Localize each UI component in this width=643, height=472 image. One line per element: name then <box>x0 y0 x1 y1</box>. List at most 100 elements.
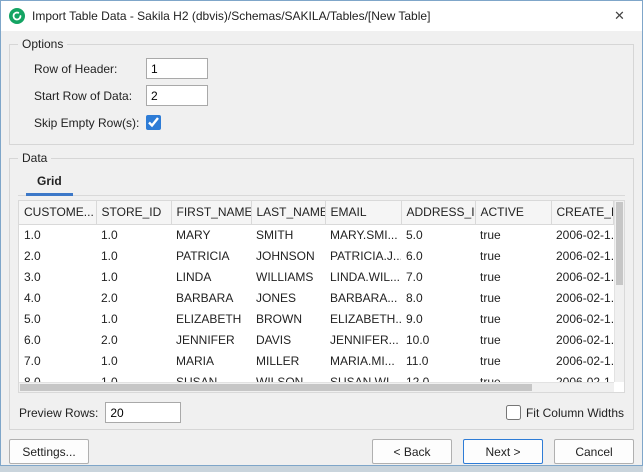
fit-column-widths-wrap: Fit Column Widths <box>506 405 624 420</box>
table-cell[interactable]: 1.0 <box>96 308 171 329</box>
table-cell[interactable]: 6.0 <box>19 329 96 350</box>
table-cell[interactable]: 1.0 <box>96 245 171 266</box>
table-cell[interactable]: JONES <box>251 287 325 308</box>
table-cell[interactable]: 5.0 <box>19 308 96 329</box>
back-button[interactable]: < Back <box>372 439 452 464</box>
vertical-scrollbar-thumb[interactable] <box>616 202 623 285</box>
table-cell[interactable]: true <box>475 329 551 350</box>
table-row[interactable]: 7.01.0MARIAMILLERMARIA.MI...11.0true2006… <box>19 350 614 371</box>
table-cell[interactable]: 2006-02-1... <box>551 245 614 266</box>
table-cell[interactable]: 4.0 <box>19 287 96 308</box>
table-cell[interactable]: LINDA.WIL... <box>325 266 401 287</box>
table-cell[interactable]: 3.0 <box>19 266 96 287</box>
table-cell[interactable]: DAVIS <box>251 329 325 350</box>
table-cell[interactable]: BARBARA... <box>325 287 401 308</box>
table-cell[interactable]: 2006-02-1... <box>551 287 614 308</box>
next-button[interactable]: Next > <box>463 439 543 464</box>
fit-column-widths-checkbox[interactable] <box>506 405 521 420</box>
table-cell[interactable]: 1.0 <box>96 371 171 382</box>
cancel-button[interactable]: Cancel <box>554 439 634 464</box>
table-cell[interactable]: 8.0 <box>401 287 475 308</box>
table-cell[interactable]: BARBARA <box>171 287 251 308</box>
table-cell[interactable]: 2006-02-1... <box>551 308 614 329</box>
table-cell[interactable]: 2006-02-1... <box>551 350 614 371</box>
table-cell[interactable]: SMITH <box>251 224 325 245</box>
table-cell[interactable]: 8.0 <box>19 371 96 382</box>
table-cell[interactable]: 2.0 <box>96 287 171 308</box>
table-cell[interactable]: 7.0 <box>401 266 475 287</box>
table-cell[interactable]: true <box>475 308 551 329</box>
preview-rows-input[interactable] <box>105 402 181 423</box>
table-cell[interactable]: JENNIFER... <box>325 329 401 350</box>
table-cell[interactable]: 5.0 <box>401 224 475 245</box>
table-cell[interactable]: 7.0 <box>19 350 96 371</box>
start-row-of-data-input[interactable] <box>146 85 208 106</box>
close-icon[interactable]: ✕ <box>597 1 642 31</box>
table-cell[interactable]: 2.0 <box>96 329 171 350</box>
options-group: Options Row of Header: Start Row of Data… <box>9 37 634 145</box>
table-row[interactable]: 5.01.0ELIZABETHBROWNELIZABETH...9.0true2… <box>19 308 614 329</box>
data-tabbar: Grid <box>18 167 625 196</box>
column-header[interactable]: CREATE_D... <box>551 201 614 224</box>
data-group-label: Data <box>18 151 51 165</box>
table-cell[interactable]: SUSAN <box>171 371 251 382</box>
column-header[interactable]: LAST_NAME <box>251 201 325 224</box>
table-cell[interactable]: true <box>475 266 551 287</box>
table-cell[interactable]: JOHNSON <box>251 245 325 266</box>
horizontal-scrollbar[interactable] <box>19 382 614 392</box>
table-cell[interactable]: true <box>475 371 551 382</box>
column-header[interactable]: CUSTOME... <box>19 201 96 224</box>
table-cell[interactable]: MARY.SMI... <box>325 224 401 245</box>
table-cell[interactable]: 2006-02-1... <box>551 266 614 287</box>
table-cell[interactable]: PATRICIA.J... <box>325 245 401 266</box>
dbvisualizer-icon <box>9 8 25 24</box>
table-row[interactable]: 2.01.0PATRICIAJOHNSONPATRICIA.J...6.0tru… <box>19 245 614 266</box>
table-cell[interactable]: 2006-02-1... <box>551 329 614 350</box>
row-of-header-input[interactable] <box>146 58 208 79</box>
table-cell[interactable]: 2006-02-1... <box>551 224 614 245</box>
table-row[interactable]: 3.01.0LINDAWILLIAMSLINDA.WIL...7.0true20… <box>19 266 614 287</box>
table-cell[interactable]: ELIZABETH... <box>325 308 401 329</box>
table-cell[interactable]: MARIA <box>171 350 251 371</box>
table-cell[interactable]: 1.0 <box>96 350 171 371</box>
table-cell[interactable]: MARIA.MI... <box>325 350 401 371</box>
tab-grid[interactable]: Grid <box>26 169 73 196</box>
column-header[interactable]: ACTIVE <box>475 201 551 224</box>
table-cell[interactable]: true <box>475 245 551 266</box>
vertical-scrollbar[interactable] <box>614 201 624 382</box>
table-row[interactable]: 4.02.0BARBARAJONESBARBARA...8.0true2006-… <box>19 287 614 308</box>
column-header[interactable]: FIRST_NAME <box>171 201 251 224</box>
table-cell[interactable]: SUSAN.WI... <box>325 371 401 382</box>
table-cell[interactable]: JENNIFER <box>171 329 251 350</box>
table-cell[interactable]: MARY <box>171 224 251 245</box>
table-cell[interactable]: 9.0 <box>401 308 475 329</box>
table-cell[interactable]: true <box>475 287 551 308</box>
skip-empty-rows-checkbox[interactable] <box>146 115 161 130</box>
table-cell[interactable]: true <box>475 350 551 371</box>
settings-button[interactable]: Settings... <box>9 439 89 464</box>
table-cell[interactable]: 10.0 <box>401 329 475 350</box>
horizontal-scrollbar-thumb[interactable] <box>20 384 532 391</box>
table-cell[interactable]: 2.0 <box>19 245 96 266</box>
table-cell[interactable]: 1.0 <box>19 224 96 245</box>
table-cell[interactable]: 6.0 <box>401 245 475 266</box>
table-cell[interactable]: 12.0 <box>401 371 475 382</box>
table-cell[interactable]: WILSON <box>251 371 325 382</box>
table-row[interactable]: 8.01.0SUSANWILSONSUSAN.WI...12.0true2006… <box>19 371 614 382</box>
column-header[interactable]: EMAIL <box>325 201 401 224</box>
table-cell[interactable]: 1.0 <box>96 224 171 245</box>
table-row[interactable]: 6.02.0JENNIFERDAVISJENNIFER...10.0true20… <box>19 329 614 350</box>
column-header[interactable]: STORE_ID <box>96 201 171 224</box>
table-cell[interactable]: MILLER <box>251 350 325 371</box>
table-cell[interactable]: WILLIAMS <box>251 266 325 287</box>
table-cell[interactable]: PATRICIA <box>171 245 251 266</box>
table-cell[interactable]: true <box>475 224 551 245</box>
column-header[interactable]: ADDRESS_ID <box>401 201 475 224</box>
table-cell[interactable]: 2006-02-1... <box>551 371 614 382</box>
table-row[interactable]: 1.01.0MARYSMITHMARY.SMI...5.0true2006-02… <box>19 224 614 245</box>
table-cell[interactable]: BROWN <box>251 308 325 329</box>
table-cell[interactable]: 1.0 <box>96 266 171 287</box>
table-cell[interactable]: ELIZABETH <box>171 308 251 329</box>
table-cell[interactable]: 11.0 <box>401 350 475 371</box>
table-cell[interactable]: LINDA <box>171 266 251 287</box>
